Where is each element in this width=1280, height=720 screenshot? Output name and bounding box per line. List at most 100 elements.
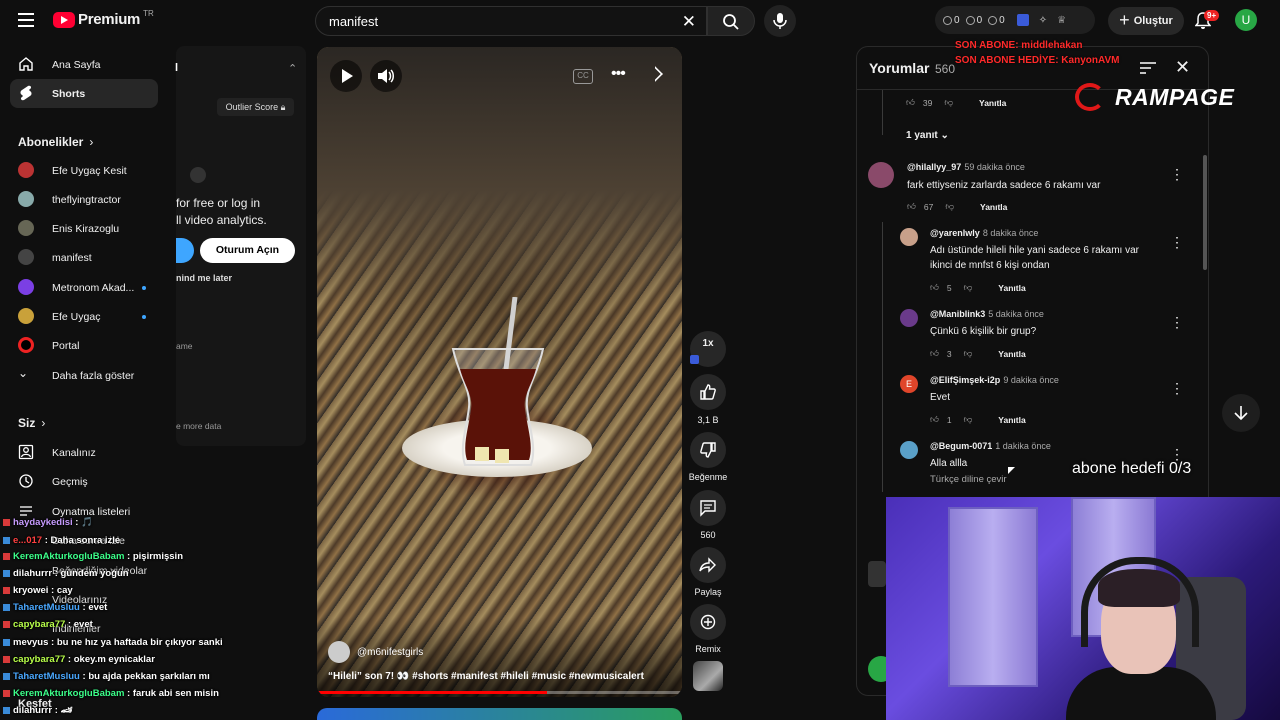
- sidebar-sub-6[interactable]: Portal: [10, 331, 158, 360]
- comment-more-icon[interactable]: ⋮: [1170, 380, 1184, 397]
- sidebar-item-shorts[interactable]: Shorts: [10, 79, 158, 108]
- commenter-avatar[interactable]: E: [900, 375, 918, 393]
- dislike-icon[interactable]: 👎︎: [964, 282, 973, 293]
- more-options-icon[interactable]: •••: [611, 65, 626, 83]
- chevron-right-icon: ›: [41, 416, 46, 430]
- video-progress-fill: [317, 691, 547, 694]
- close-comments-icon[interactable]: ✕: [1175, 57, 1190, 78]
- comment-username[interactable]: @Begum-0071: [930, 441, 992, 451]
- replies-toggle[interactable]: 1 yanıt ⌄: [906, 130, 949, 141]
- sidebar-item-label: Efe Uygaç: [52, 310, 101, 323]
- chat-message: KeremAkturkogluBabam : faruk abi sen mis…: [3, 688, 219, 699]
- sparkle-icon[interactable]: ✧: [1039, 15, 1047, 26]
- sidebar-sub-3[interactable]: manifest: [10, 243, 158, 272]
- reply-button[interactable]: Yanıtla: [979, 98, 1006, 108]
- account-avatar[interactable]: U: [1235, 9, 1257, 31]
- like-icon[interactable]: 👍︎: [907, 201, 916, 212]
- commenter-avatar[interactable]: [868, 162, 894, 188]
- like-button[interactable]: [690, 374, 726, 410]
- microphone-icon: [773, 13, 787, 29]
- comment-more-icon[interactable]: ⋮: [1170, 234, 1184, 251]
- chat-username: dilahurrr: [13, 705, 53, 716]
- share-button[interactable]: [690, 547, 726, 583]
- audio-thumbnail[interactable]: [693, 661, 723, 691]
- lock-icon: [190, 167, 206, 183]
- reply-button[interactable]: Yanıtla: [998, 349, 1025, 359]
- youtube-premium-logo[interactable]: Premium TR: [53, 9, 154, 28]
- dislike-icon[interactable]: 👎︎: [964, 348, 973, 359]
- thumbs-down-icon: [700, 442, 716, 458]
- logo-text: Premium: [78, 11, 141, 28]
- channel-name[interactable]: @m6nifestgirls: [357, 647, 423, 658]
- subscriptions-heading[interactable]: Abonelikler ›: [18, 135, 93, 149]
- voice-search-button[interactable]: [764, 5, 796, 37]
- extension-icon[interactable]: [1016, 14, 1029, 26]
- sidebar-item-label: Geçmiş: [52, 475, 88, 488]
- next-short-preview[interactable]: [317, 708, 682, 720]
- dislike-button[interactable]: [690, 432, 726, 468]
- comment-username[interactable]: @yarenlwly: [930, 228, 980, 238]
- video-progress-bar[interactable]: [317, 691, 682, 694]
- comment-username[interactable]: @ElifŞimşek-i2p: [930, 375, 1000, 385]
- see-more-data[interactable]: e more data: [176, 421, 221, 431]
- comments-scrollbar[interactable]: [1203, 155, 1207, 270]
- reply-button[interactable]: Yanıtla: [980, 202, 1007, 212]
- commenter-avatar[interactable]: [900, 441, 918, 459]
- sort-icon[interactable]: [1140, 62, 1156, 74]
- search-button[interactable]: [707, 6, 755, 36]
- video-caption[interactable]: “Hileli” son 7! 👀 #shorts #manifest #hil…: [328, 671, 644, 682]
- commenter-avatar[interactable]: [900, 309, 918, 327]
- menu-icon[interactable]: [18, 13, 34, 27]
- login-button[interactable]: Oturum Açın: [200, 238, 295, 263]
- comment-more-icon[interactable]: ⋮: [1170, 314, 1184, 331]
- like-icon[interactable]: 👍︎: [930, 414, 939, 425]
- sidebar-item-home[interactable]: Ana Sayfa: [10, 50, 158, 79]
- chat-text: okey.m eynicaklar: [73, 654, 155, 665]
- translate-link[interactable]: Türkçe diline çevir: [930, 474, 1007, 485]
- outlier-score-button[interactable]: Outlier Score 🔒︎: [217, 98, 294, 116]
- like-icon[interactable]: 👍︎: [930, 282, 939, 293]
- rampage-logo: RAMPAGE: [1075, 83, 1234, 111]
- comment-more-icon[interactable]: ⋮: [1170, 166, 1184, 183]
- create-button[interactable]: + Oluştur: [1108, 7, 1184, 35]
- sidebar-item-channel[interactable]: Kanalınız: [10, 438, 158, 467]
- sidebar-sub-0[interactable]: Efe Uygaç Kesit: [10, 156, 158, 185]
- sidebar-sub-1[interactable]: theflyingtractor: [10, 185, 158, 214]
- collapse-chevron-icon[interactable]: ⌃: [288, 62, 297, 75]
- chat-badge-icon: [3, 586, 10, 594]
- sidebar-item-history[interactable]: Geçmiş: [10, 467, 158, 496]
- sidebar-show-more[interactable]: ⌄ Daha fazla göster: [10, 361, 158, 390]
- remind-later-link[interactable]: nind me later: [176, 273, 232, 283]
- comments-button[interactable]: [690, 490, 726, 526]
- like-icon[interactable]: 👍︎: [906, 97, 915, 108]
- remix-button[interactable]: [690, 604, 726, 640]
- volume-button[interactable]: [370, 60, 402, 92]
- you-heading[interactable]: Siz ›: [18, 416, 45, 430]
- channel-avatar[interactable]: [328, 641, 350, 663]
- dislike-icon[interactable]: 👎︎: [945, 201, 954, 212]
- like-count: 39: [922, 97, 933, 108]
- play-button[interactable]: [330, 60, 362, 92]
- chat-separator: :: [48, 585, 57, 596]
- captions-icon[interactable]: CC: [573, 69, 593, 84]
- reply-button[interactable]: Yanıtla: [998, 415, 1025, 425]
- extension-stats[interactable]: 0 0 0 ✧ ♕: [935, 6, 1095, 34]
- commenter-avatar[interactable]: [900, 228, 918, 246]
- clear-search-icon[interactable]: ✕: [682, 12, 696, 32]
- scroll-down-button[interactable]: [1222, 394, 1260, 432]
- chat-message: capybara77 : evet: [3, 619, 93, 630]
- dislike-icon[interactable]: 👎︎: [944, 97, 953, 108]
- reply-button[interactable]: Yanıtla: [998, 283, 1025, 293]
- like-icon[interactable]: 👍︎: [930, 348, 939, 359]
- search-input[interactable]: manifest ✕: [315, 6, 707, 36]
- sidebar-sub-2[interactable]: Enis Kirazoglu: [10, 214, 158, 243]
- search-icon: [723, 14, 739, 30]
- trophy-icon[interactable]: ♕: [1057, 15, 1066, 26]
- sidebar-sub-4[interactable]: Metronom Akad...: [10, 273, 158, 302]
- shorts-video-player[interactable]: CC ••• @m6nifestgirls “Hileli” son 7! 👀 …: [317, 47, 682, 697]
- sidebar-sub-5[interactable]: Efe Uygaç: [10, 302, 158, 331]
- chat-text: faruk abi sen misin: [132, 688, 219, 699]
- comment-username[interactable]: @Maniblink3: [930, 309, 985, 319]
- comment-username[interactable]: @hilallyy_97: [907, 162, 961, 172]
- dislike-icon[interactable]: 👎︎: [964, 414, 973, 425]
